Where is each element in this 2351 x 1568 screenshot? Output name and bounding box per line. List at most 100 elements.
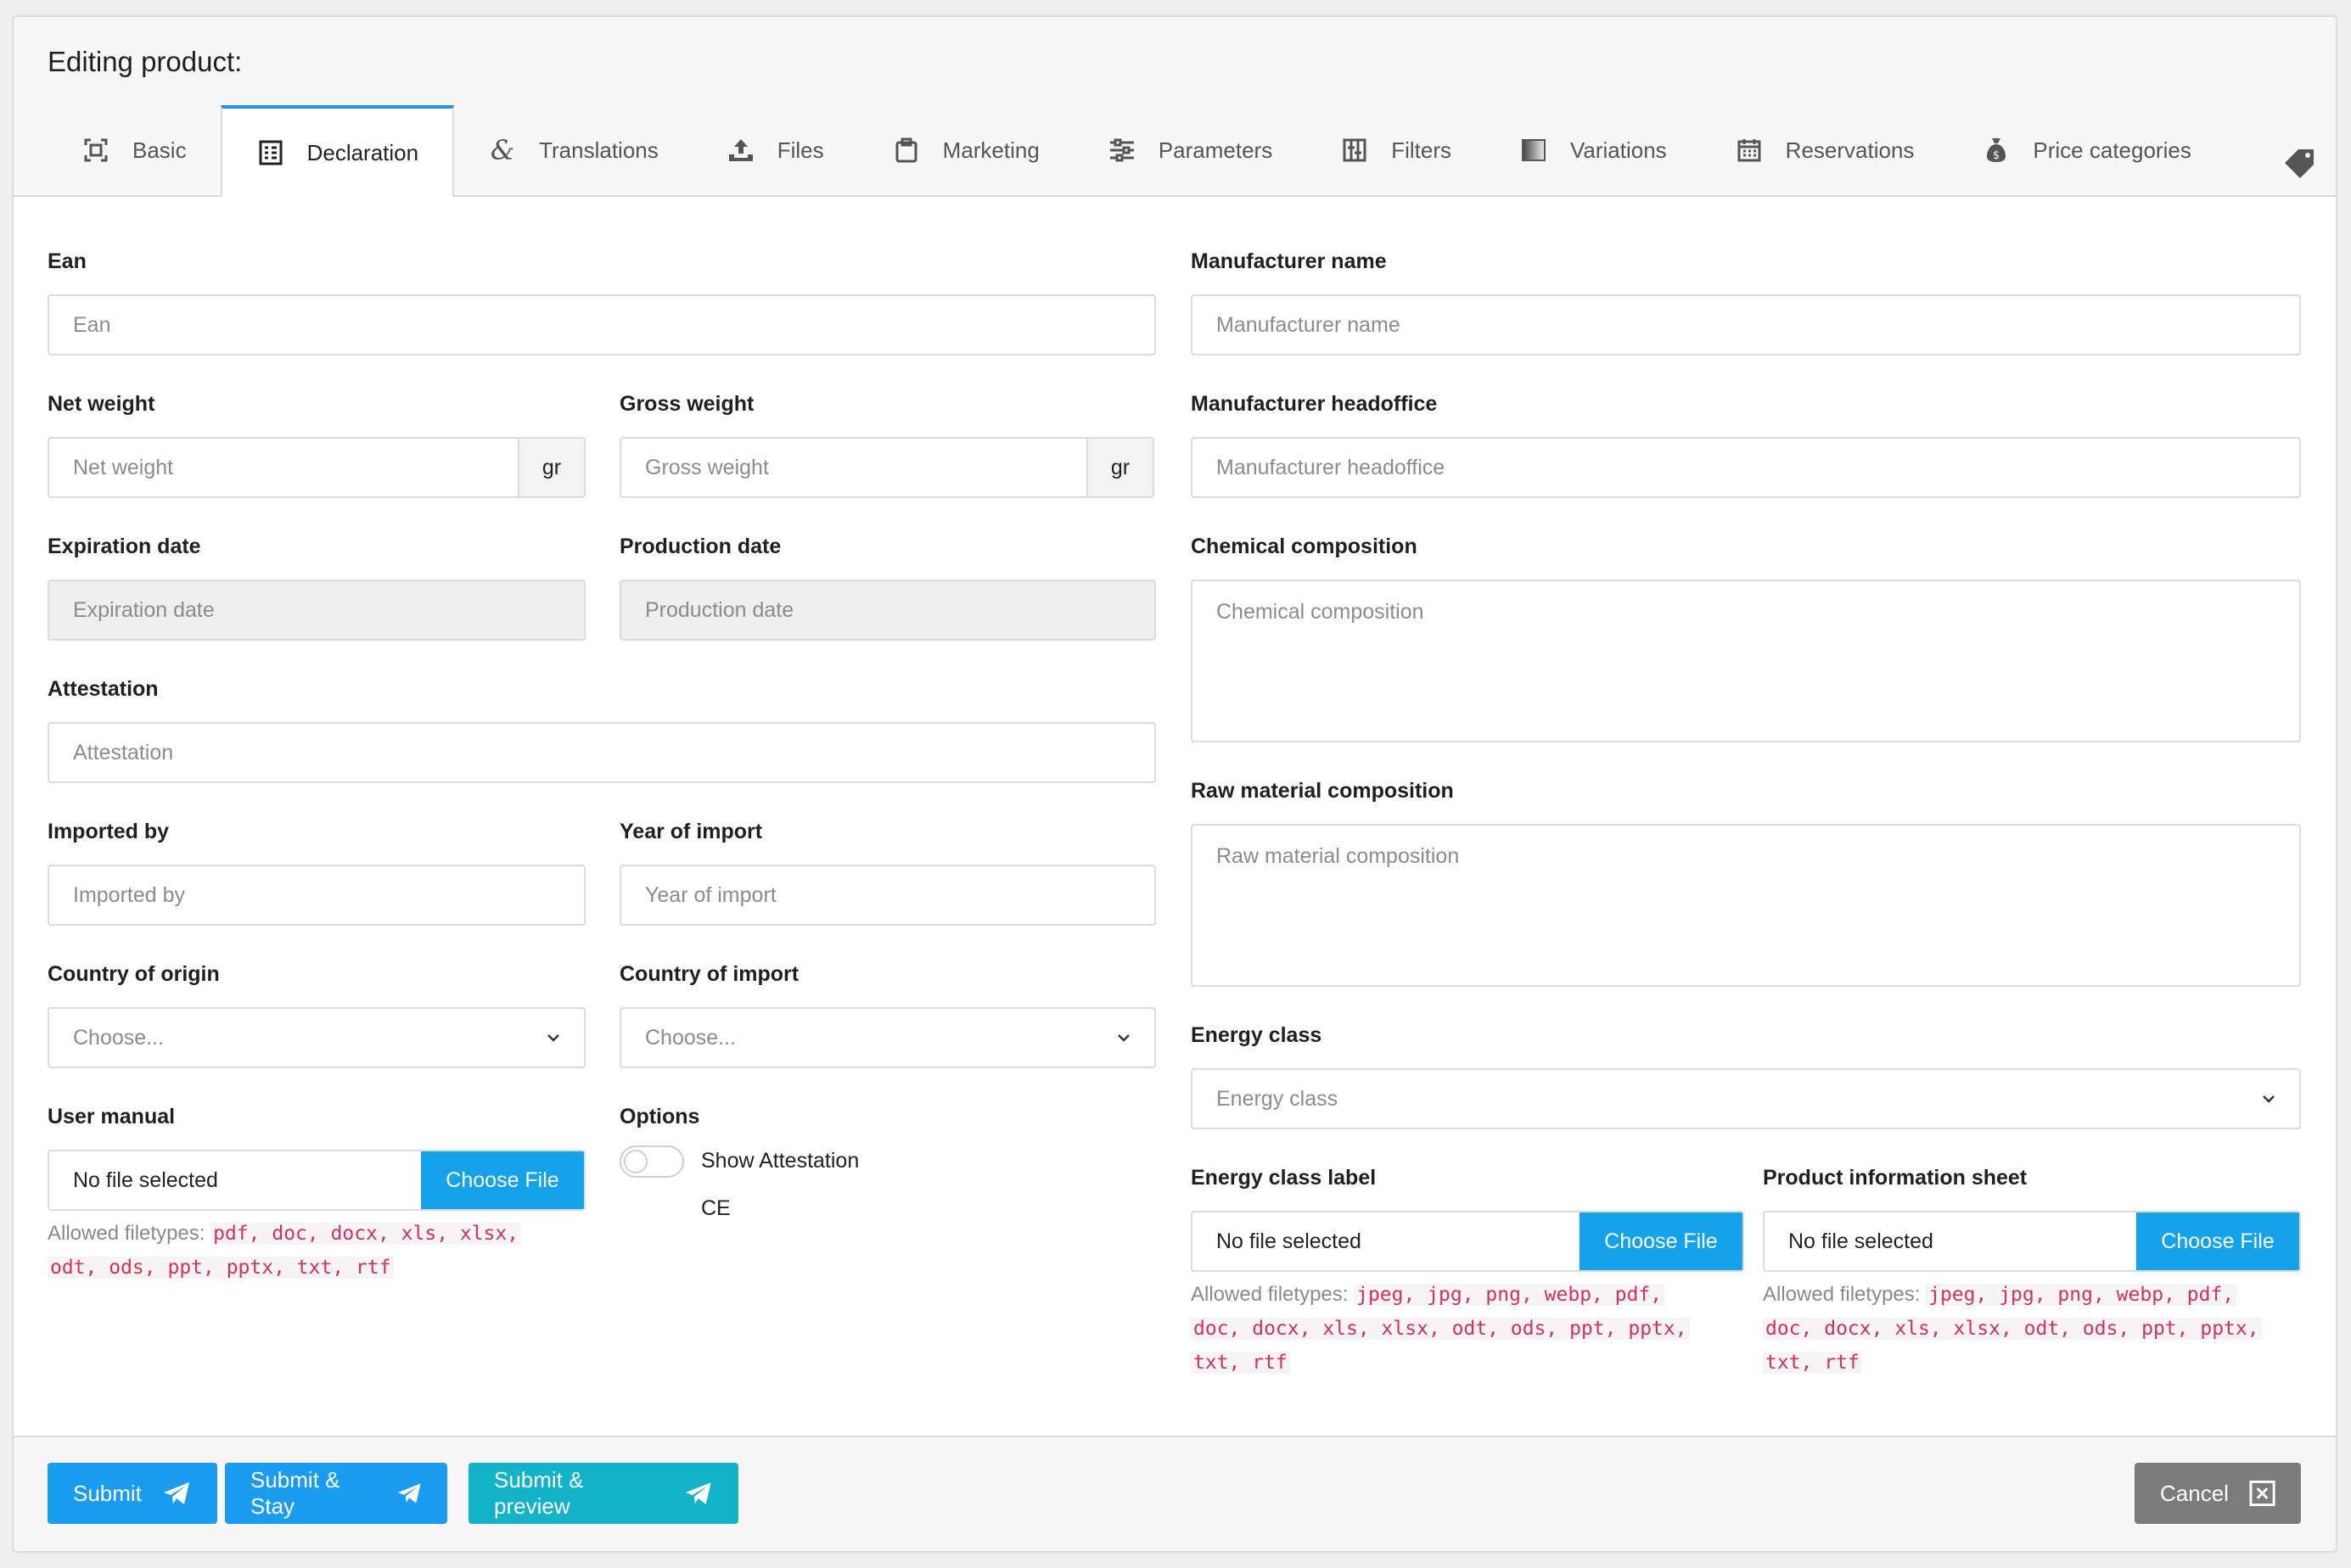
expiration-date-input[interactable]: Expiration date	[48, 580, 586, 641]
button-label: Submit & preview	[494, 1467, 584, 1519]
expand-icon	[81, 136, 110, 165]
button-label: Submit	[73, 1480, 142, 1506]
energy-class-label-filetypes: Allowed filetypes: jpeg, jpg, png, webp,…	[1191, 1278, 1751, 1380]
energy-class-select[interactable]: Energy class	[1191, 1068, 2301, 1129]
paper-plane-icon	[686, 1482, 712, 1504]
energy-class-label-file-input[interactable]: No file selected Choose File	[1191, 1211, 1744, 1272]
imported-by-label: Imported by	[48, 820, 170, 843]
net-weight-unit: gr	[518, 437, 586, 498]
cancel-button[interactable]: Cancel	[2135, 1463, 2301, 1524]
tab-basic[interactable]: Basic	[48, 105, 221, 195]
filetypes-line: doc, docx, xls, xlsx, odt, ods, ppt, ppt…	[1191, 1318, 1690, 1340]
tab-translations[interactable]: & Translations	[454, 105, 693, 195]
tab-label: Reservations	[1785, 137, 1915, 163]
year-of-import-input[interactable]: Year of import	[620, 865, 1156, 926]
user-manual-file-input[interactable]: No file selected Choose File	[48, 1150, 586, 1211]
filter-grid-icon	[1340, 136, 1369, 165]
net-weight-input[interactable]: Net weight	[48, 437, 519, 498]
attestation-input[interactable]: Attestation	[48, 722, 1156, 783]
attestation-label: Attestation	[48, 677, 159, 701]
tab-label: Basic	[132, 137, 187, 163]
hint-prefix: Allowed filetypes:	[1191, 1283, 1349, 1306]
tag-icon[interactable]	[2281, 144, 2319, 182]
tab-label: Price categories	[2033, 137, 2191, 163]
calendar-icon	[1735, 136, 1764, 165]
submit-stay-button[interactable]: Submit & Stay	[225, 1463, 447, 1524]
country-of-import-select[interactable]: Choose...	[620, 1007, 1156, 1068]
chemical-composition-textarea[interactable]: Chemical composition	[1191, 580, 2301, 742]
tab-filters[interactable]: Filters	[1306, 105, 1485, 195]
chevron-down-icon	[2263, 1095, 2275, 1103]
country-of-origin-select[interactable]: Choose...	[48, 1007, 586, 1068]
edit-product-panel: Editing product: Basic Declaration & Tra…	[12, 15, 2337, 1553]
production-date-label: Production date	[620, 535, 782, 558]
page-title: Editing product:	[48, 46, 243, 77]
tab-label: Parameters	[1158, 137, 1273, 163]
tab-reservations[interactable]: Reservations	[1701, 105, 1949, 195]
money-bag-icon: $	[1982, 136, 2011, 165]
gradient-icon	[1519, 136, 1548, 165]
choose-file-button[interactable]: Choose File	[421, 1151, 584, 1209]
manufacturer-headoffice-input[interactable]: Manufacturer headoffice	[1191, 437, 2301, 498]
gross-weight-input[interactable]: Gross weight	[620, 437, 1088, 498]
filetypes-line: txt, rtf	[1191, 1352, 1290, 1374]
country-of-origin-label: Country of origin	[48, 962, 220, 986]
ampersand-icon: &	[490, 134, 515, 166]
imported-by-input[interactable]: Imported by	[48, 865, 586, 926]
tab-label: Files	[777, 137, 824, 163]
gross-weight-unit: gr	[1086, 437, 1154, 498]
energy-class-label: Energy class	[1191, 1023, 1322, 1047]
raw-material-composition-label: Raw material composition	[1191, 779, 1454, 803]
options-label: Options	[620, 1105, 700, 1128]
ce-label: CE	[701, 1196, 731, 1220]
tab-variations[interactable]: Variations	[1485, 105, 1701, 195]
tab-parameters[interactable]: Parameters	[1074, 105, 1306, 195]
user-manual-filetypes: Allowed filetypes: pdf, doc, docx, xls, …	[48, 1217, 591, 1285]
ean-input[interactable]: Ean	[48, 294, 1156, 356]
filetypes-line: odt, ods, ppt, pptx, txt, rtf	[48, 1257, 394, 1279]
file-name: No file selected	[73, 1168, 218, 1192]
select-value: Choose...	[645, 1025, 737, 1050]
svg-text:$: $	[1993, 149, 2000, 162]
filetypes-line: pdf, doc, docx, xls, xlsx,	[210, 1223, 522, 1245]
document-list-icon	[256, 138, 285, 167]
sliders-icon	[1108, 136, 1136, 165]
product-information-sheet-label: Product information sheet	[1763, 1166, 2028, 1190]
tab-files[interactable]: Files	[693, 105, 858, 195]
product-information-sheet-file-input[interactable]: No file selected Choose File	[1763, 1211, 2301, 1272]
tab-label: Marketing	[942, 137, 1040, 163]
paper-plane-icon	[397, 1483, 421, 1504]
select-value: Energy class	[1216, 1086, 1338, 1111]
choose-file-button[interactable]: Choose File	[2136, 1212, 2299, 1270]
product-information-sheet-filetypes: Allowed filetypes: jpeg, jpg, png, webp,…	[1763, 1278, 2315, 1380]
select-value: Choose...	[73, 1025, 165, 1050]
panel-header: Editing product: Basic Declaration & Tra…	[14, 17, 2336, 197]
filetypes-line: jpeg, jpg, png, webp, pdf,	[1926, 1284, 2237, 1306]
tab-declaration[interactable]: Declaration	[220, 105, 455, 197]
paper-plane-icon	[163, 1482, 189, 1504]
tab-label: Filters	[1391, 137, 1451, 163]
tab-marketing[interactable]: Marketing	[858, 105, 1074, 195]
toggle-knob	[624, 1150, 648, 1173]
filetypes-line: jpeg, jpg, png, webp, pdf,	[1354, 1284, 1665, 1306]
submit-preview-button[interactable]: Submit & preview	[469, 1463, 738, 1524]
raw-material-composition-textarea[interactable]: Raw material composition	[1191, 824, 2301, 987]
manufacturer-name-label: Manufacturer name	[1191, 249, 1387, 273]
year-of-import-label: Year of import	[620, 820, 763, 843]
close-box-icon	[2249, 1480, 2275, 1507]
show-attestation-toggle[interactable]	[620, 1145, 684, 1178]
choose-file-button[interactable]: Choose File	[1579, 1212, 1742, 1270]
filetypes-line: txt, rtf	[1763, 1352, 1862, 1374]
clipboard-icon	[892, 136, 921, 165]
tab-label: Translations	[539, 137, 659, 163]
show-attestation-label: Show Attestation	[701, 1149, 860, 1173]
file-name: No file selected	[1216, 1229, 1361, 1253]
user-manual-label: User manual	[48, 1105, 176, 1128]
production-date-input[interactable]: Production date	[620, 580, 1156, 641]
manufacturer-name-input[interactable]: Manufacturer name	[1191, 294, 2301, 356]
tab-label: Variations	[1569, 137, 1667, 163]
submit-button[interactable]: Submit	[48, 1463, 217, 1524]
tab-price-categories[interactable]: $ Price categories	[1948, 105, 2225, 195]
gross-weight-label: Gross weight	[620, 392, 755, 416]
file-name: No file selected	[1788, 1229, 1933, 1253]
